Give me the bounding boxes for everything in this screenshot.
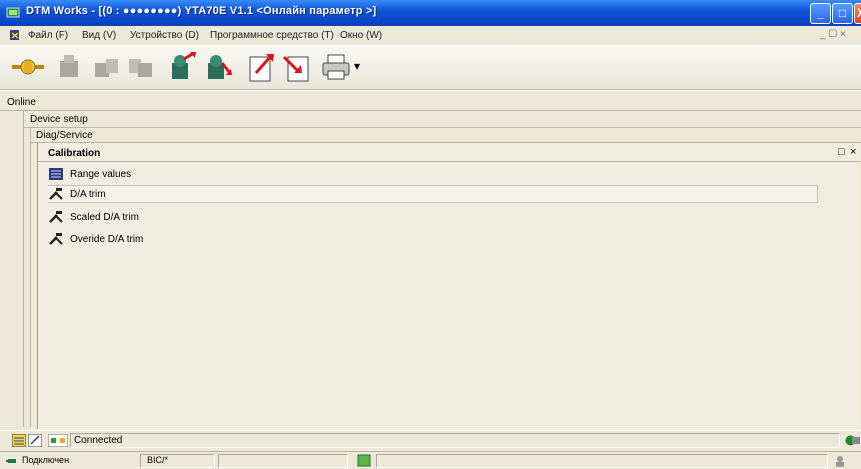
tools-icon <box>49 188 63 200</box>
menu-window[interactable]: Окно (W) <box>340 30 382 41</box>
device-icon-disabled[interactable] <box>54 51 84 83</box>
tools-icon <box>49 233 63 245</box>
document-menu-icon[interactable] <box>8 29 22 42</box>
print-dropdown-arrow[interactable]: ▾ <box>354 59 360 73</box>
connect-icon[interactable] <box>10 51 46 83</box>
minimize-icon: _ <box>817 6 824 20</box>
person-icon <box>836 456 844 467</box>
print-icon[interactable] <box>320 51 352 83</box>
item-label: Scaled D/A trim <box>70 212 139 223</box>
protocol-value: BIC/* <box>147 455 169 465</box>
connection-status-field: Connected <box>70 433 840 448</box>
item-label: Overide D/A trim <box>70 234 144 245</box>
menu-device[interactable]: Устройство (D) <box>130 30 199 41</box>
app-icon <box>6 7 20 18</box>
maximize-icon: □ <box>838 6 847 20</box>
divider <box>0 110 861 111</box>
divider <box>23 111 24 427</box>
window-title: DTM Works - [(0 : ●●●●●●●●) YTA70E V1.1 … <box>26 5 377 17</box>
menu-file[interactable]: Файл (F) <box>28 30 68 41</box>
item-label: D/A trim <box>70 189 106 200</box>
upload-icon-disabled[interactable] <box>92 51 122 83</box>
status-field <box>218 454 348 468</box>
export-icon[interactable] <box>246 51 278 83</box>
list-item-da-trim[interactable]: D/A trim <box>48 185 818 203</box>
menu-bar: Файл (F) Вид (V) Устройство (D) Программ… <box>0 26 861 45</box>
divider <box>38 161 860 162</box>
list-item-scaled-da-trim[interactable]: Scaled D/A trim <box>48 209 808 227</box>
connection-icon <box>48 434 68 447</box>
tools-icon <box>49 211 63 223</box>
tree-diag-service[interactable]: Diag/Service <box>36 130 93 141</box>
list-item-range-values[interactable]: Range values <box>48 166 808 184</box>
network-icon <box>357 454 371 467</box>
mdi-window-controls[interactable]: _ ☐ × <box>820 29 846 40</box>
app-connection-status: Подключен <box>22 455 70 465</box>
application-status-bar: Подключен BIC/* <box>0 451 861 469</box>
item-label: Range values <box>70 169 132 180</box>
calibration-panel: Calibration □ × Range values D/A trim Sc… <box>37 143 860 429</box>
print-icon[interactable] <box>851 434 861 446</box>
panel-title: Calibration <box>48 148 101 159</box>
device-offline-icon[interactable] <box>202 51 234 83</box>
toolbar: ▾ <box>0 45 861 90</box>
edit-icon[interactable] <box>28 434 42 447</box>
list-item-overide-da-trim[interactable]: Overide D/A trim <box>48 231 808 249</box>
import-icon[interactable] <box>280 51 312 83</box>
close-button[interactable]: X <box>854 3 861 24</box>
table-icon <box>49 168 63 180</box>
close-icon: X <box>856 6 861 20</box>
title-bar[interactable]: DTM Works - [(0 : ●●●●●●●●) YTA70E V1.1 … <box>0 0 861 26</box>
maximize-button[interactable]: □ <box>832 3 853 24</box>
divider <box>24 127 861 128</box>
content-area: Online Device setup Diag/Service Calibra… <box>0 90 861 429</box>
panel-restore-button[interactable]: □ <box>838 146 845 158</box>
protocol-field: BIC/* <box>140 454 215 468</box>
application-window: DTM Works - [(0 : ●●●●●●●●) YTA70E V1.1 … <box>0 0 861 469</box>
menu-view[interactable]: Вид (V) <box>82 30 116 41</box>
device-status-bar: Connected <box>0 430 861 450</box>
tree-device-setup[interactable]: Device setup <box>30 114 88 125</box>
panel-close-button[interactable]: × <box>850 146 856 158</box>
plug-icon <box>6 459 16 463</box>
download-icon-disabled[interactable] <box>126 51 156 83</box>
message-field <box>376 454 828 468</box>
divider <box>30 128 31 427</box>
table-icon[interactable] <box>12 434 26 447</box>
menu-tools[interactable]: Программное средство (T) <box>210 30 334 41</box>
device-online-icon[interactable] <box>166 51 198 83</box>
connection-status: Connected <box>74 435 123 446</box>
tree-online[interactable]: Online <box>7 97 36 108</box>
minimize-button[interactable]: _ <box>810 3 831 24</box>
